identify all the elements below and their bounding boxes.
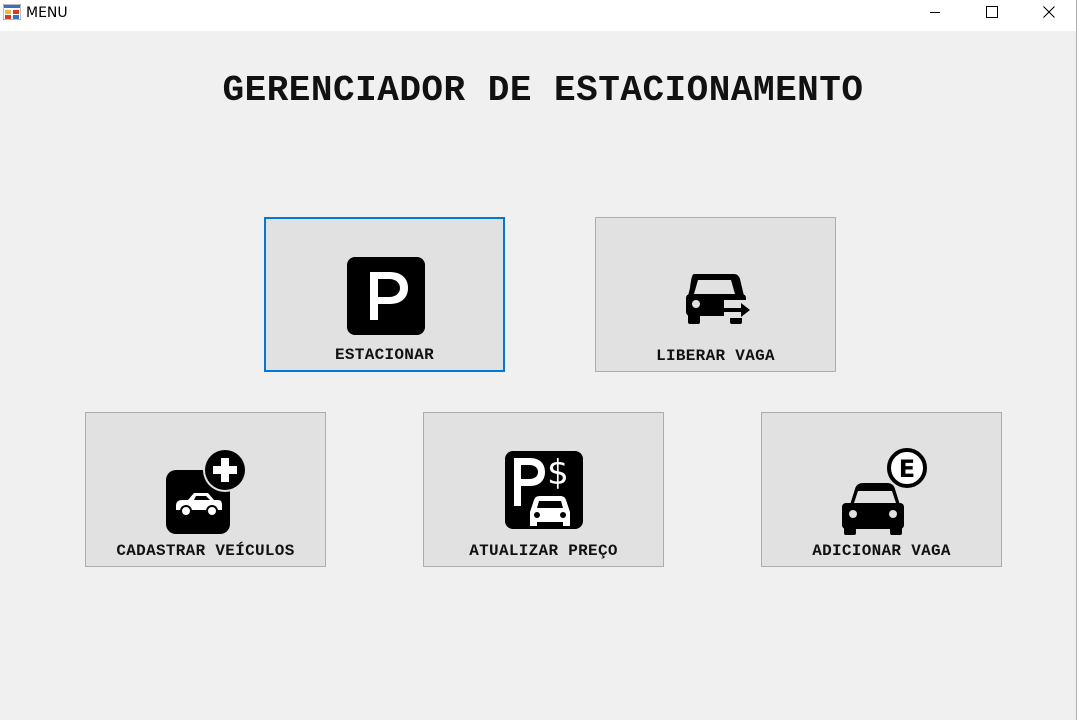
maximize-button[interactable]	[969, 0, 1015, 28]
update-price-button-label: ATUALIZAR PREÇO	[469, 542, 618, 560]
add-spot-button[interactable]: E ADICIONAR VAGA	[761, 412, 1002, 567]
close-button[interactable]	[1026, 0, 1072, 28]
parking-spot-icon: E	[842, 448, 927, 535]
parking-icon	[347, 257, 425, 335]
app-icon	[3, 4, 21, 20]
car-exit-icon	[686, 274, 752, 324]
parking-price-icon: $	[505, 451, 583, 529]
title-bar[interactable]: MENU	[0, 0, 1076, 31]
window-title: MENU	[26, 5, 68, 21]
minimize-icon	[930, 12, 940, 13]
add-spot-button-label: ADICIONAR VAGA	[812, 542, 951, 560]
register-vehicles-button[interactable]: CADASTRAR VEÍCULOS	[85, 412, 326, 567]
minimize-button[interactable]	[912, 0, 958, 28]
svg-text:E: E	[899, 455, 915, 483]
release-spot-button[interactable]: LIBERAR VAGA	[595, 217, 836, 372]
main-window: MENU GERENCIADOR DE ESTACIONAMENTO ESTAC…	[0, 0, 1080, 720]
maximize-icon	[986, 6, 998, 18]
close-icon	[1043, 6, 1055, 18]
park-button-label: ESTACIONAR	[334, 346, 434, 364]
park-button[interactable]: ESTACIONAR	[264, 217, 505, 372]
release-spot-button-label: LIBERAR VAGA	[656, 347, 775, 365]
update-price-button[interactable]: $ ATUALIZAR PREÇO	[423, 412, 664, 567]
add-car-icon	[166, 448, 247, 534]
register-vehicles-button-label: CADASTRAR VEÍCULOS	[116, 542, 295, 560]
page-title: GERENCIADOR DE ESTACIONAMENTO	[222, 70, 864, 111]
svg-text:$: $	[547, 453, 569, 493]
